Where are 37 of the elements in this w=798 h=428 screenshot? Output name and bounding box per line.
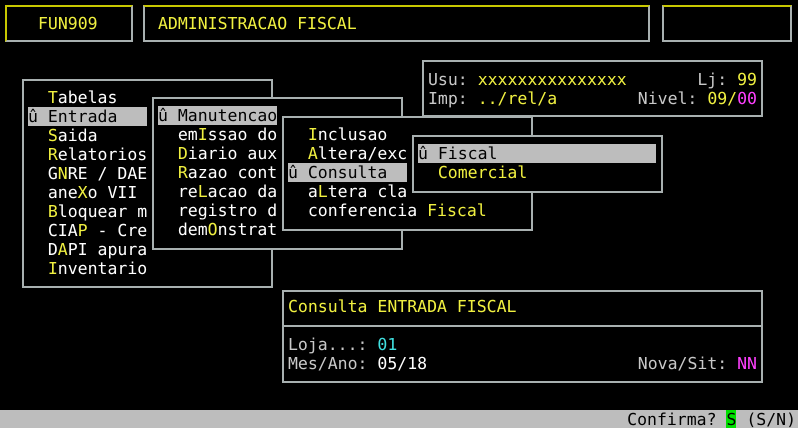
menu-item[interactable]: emIssao do — [158, 125, 278, 144]
form-field: Nova/Sit: NN — [638, 354, 757, 373]
screen-title: ADMINISTRACAO FISCAL — [158, 14, 357, 33]
menu-item[interactable]: conferencia Fiscal — [288, 201, 487, 220]
dialog-title: Consulta ENTRADA FISCAL — [287, 296, 518, 316]
menu-item[interactable]: GNRE / DAE — [28, 164, 148, 183]
menu-item[interactable]: Bloquear m — [28, 202, 148, 221]
menu-item[interactable]: Razao cont — [158, 163, 278, 182]
menu-item[interactable]: CIAP - Cre — [28, 221, 148, 240]
menu-item[interactable]: û Manutencao — [158, 106, 278, 125]
form-field: Loja...: 01 — [288, 335, 398, 354]
session-field: Usu: xxxxxxxxxxxxxxx — [428, 70, 627, 89]
menu-item[interactable]: Relatorios — [28, 145, 148, 164]
menu-item[interactable]: registro d — [158, 201, 278, 220]
session-field: Lj: 99 — [697, 70, 757, 89]
menu-item[interactable]: demOnstrat — [158, 220, 278, 239]
menu-item[interactable]: DAPI apura — [28, 240, 148, 259]
menu-item[interactable]: reLacao da — [158, 182, 278, 201]
menu-item[interactable]: Comercial — [418, 163, 656, 182]
answer-options: (S/N) — [746, 410, 796, 428]
confirm-prompt: Confirma? — [627, 410, 717, 428]
session-field: Imp: ../rel/a — [428, 89, 558, 108]
session-field: Nivel: 09/00 — [638, 89, 757, 108]
menu-item[interactable]: Inventario — [28, 259, 148, 278]
form-field: Mes/Ano: 05/18 — [288, 354, 428, 373]
menu-item[interactable]: Altera/exc — [288, 144, 408, 163]
menu-item[interactable]: Diario aux — [158, 144, 278, 163]
answer-field[interactable]: S — [726, 410, 736, 428]
menu-item[interactable]: Saida — [28, 126, 148, 145]
menu-item[interactable]: û Consulta — [288, 163, 408, 182]
menu-item[interactable]: aneXo VII — [28, 183, 148, 202]
menu-item[interactable]: û Fiscal — [418, 144, 656, 163]
menu-item[interactable]: Tabelas — [28, 88, 148, 107]
menu-item[interactable]: Inclusao — [288, 125, 408, 144]
program-code: FUN909 — [38, 14, 98, 33]
menu-item[interactable]: û Entrada — [28, 107, 148, 126]
menu-item[interactable]: aLtera cla — [288, 182, 408, 201]
